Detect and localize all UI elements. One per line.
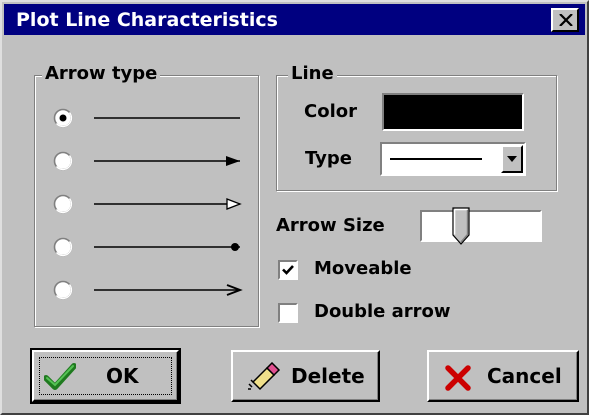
line-type-sample [390, 158, 482, 160]
moveable-label: Moveable [314, 258, 412, 279]
type-label: Type [305, 148, 352, 169]
chevron-down-icon [507, 156, 517, 162]
radio-dot [59, 114, 67, 122]
title-bar[interactable]: Plot Line Characteristics [4, 4, 585, 35]
ok-button[interactable]: OK [30, 348, 181, 404]
delete-label: Delete [291, 364, 365, 388]
dialog-title: Plot Line Characteristics [16, 9, 278, 31]
close-button[interactable] [551, 8, 579, 32]
radio-button[interactable] [53, 194, 73, 214]
radio-button[interactable] [53, 108, 73, 128]
close-icon [559, 14, 573, 26]
double-arrow-checkbox[interactable] [278, 303, 298, 323]
line-legend: Line [288, 64, 337, 84]
checkmark-icon [44, 363, 76, 390]
color-label: Color [304, 101, 357, 122]
arrow-type-legend: Arrow type [42, 64, 161, 84]
eraser-icon [248, 362, 281, 391]
arrow-size-slider[interactable] [420, 210, 542, 242]
cancel-button[interactable]: Cancel [427, 350, 579, 402]
plot-line-dialog: Plot Line Characteristics Arrow type Lin… [0, 0, 589, 415]
ok-label: OK [106, 364, 139, 388]
slider-thumb[interactable] [452, 207, 470, 245]
delete-button[interactable]: Delete [231, 350, 380, 402]
x-mark-icon [445, 365, 471, 391]
radio-button[interactable] [53, 151, 73, 171]
cancel-label: Cancel [487, 364, 562, 388]
arrow-size-label: Arrow Size [276, 215, 385, 236]
radio-button[interactable] [53, 237, 73, 257]
color-swatch[interactable] [382, 93, 524, 131]
dropdown-button[interactable] [501, 145, 523, 173]
checkmark-icon [282, 265, 294, 275]
line-type-dropdown[interactable] [380, 142, 526, 176]
moveable-checkbox[interactable] [278, 260, 298, 280]
radio-button[interactable] [53, 280, 73, 300]
double-arrow-label: Double arrow [314, 301, 451, 322]
